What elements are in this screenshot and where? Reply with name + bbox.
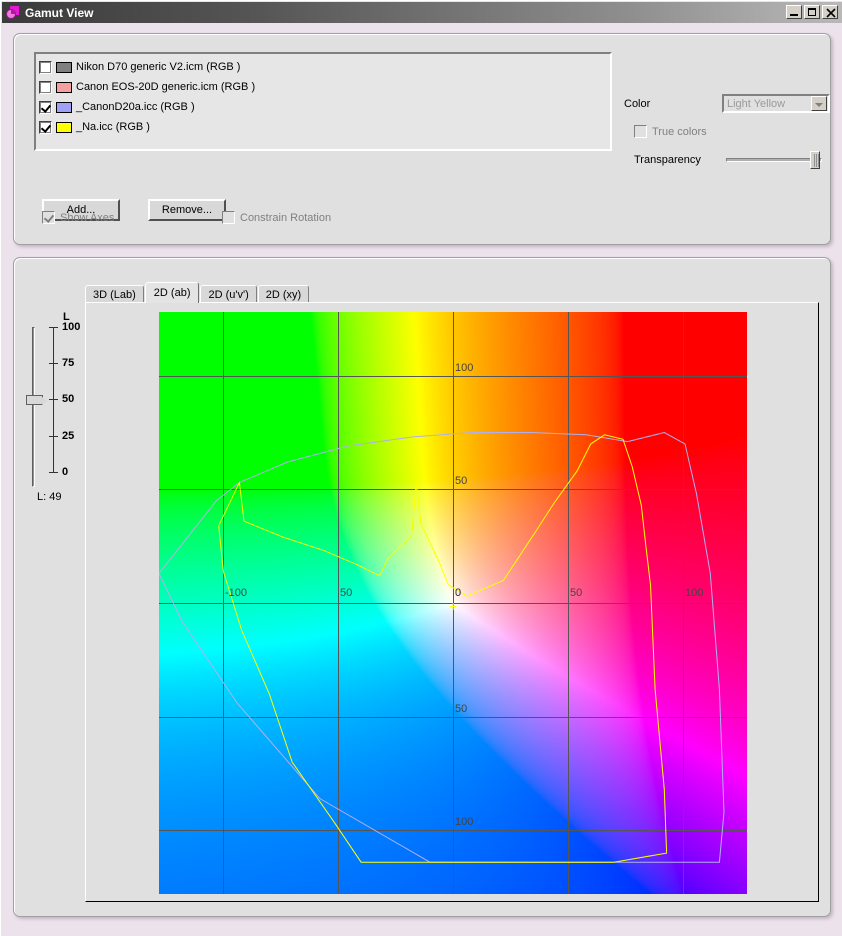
color-select[interactable]: Light Yellow: [722, 94, 830, 113]
profile-color-swatch: [56, 61, 72, 73]
lightness-readout: L: 49: [37, 491, 62, 503]
gamut-canvas[interactable]: -100 50 0 50 100 100 50 0 50 100 +: [85, 302, 819, 902]
close-button[interactable]: [822, 5, 838, 19]
tab-2d-uv[interactable]: 2D (u'v'): [200, 285, 257, 303]
profile-checkbox[interactable]: [39, 100, 52, 114]
profile-checkbox[interactable]: [39, 80, 52, 94]
color-label: Color: [624, 98, 651, 110]
transparency-slider-thumb[interactable]: [810, 151, 820, 169]
profile-label: _Na.icc (RGB ): [76, 121, 150, 133]
color-select-value: Light Yellow: [727, 97, 786, 110]
lightness-tick-75: 75: [62, 357, 75, 369]
transparency-slider-track[interactable]: [726, 158, 822, 162]
constrain-rotation-label: Constrain Rotation: [240, 212, 332, 224]
minimize-button[interactable]: [786, 5, 802, 19]
show-axes-label: Show Axes: [60, 212, 115, 224]
lightness-slider-thumb[interactable]: [26, 395, 47, 405]
x-tick-label: 100: [685, 587, 704, 599]
profile-label: Canon EOS-20D generic.icm (RGB ): [76, 81, 256, 93]
gamut-view-window: Gamut View Nikon D70 generic V2.icm (RGB…: [0, 0, 842, 936]
profile-color-swatch: [56, 101, 72, 113]
lightness-slider-track[interactable]: [32, 327, 35, 487]
y-tick-label: 50: [455, 475, 468, 487]
tab-3d-lab[interactable]: 3D (Lab): [85, 285, 144, 303]
maximize-button[interactable]: [804, 5, 820, 19]
tab-2d-xy[interactable]: 2D (xy): [257, 285, 310, 303]
true-colors-label: True colors: [652, 126, 707, 138]
true-colors-checkbox[interactable]: [634, 125, 647, 138]
lightness-tick-50: 50: [62, 393, 75, 405]
chevron-down-icon[interactable]: [811, 96, 827, 111]
gamut-app-icon: [5, 5, 21, 21]
profile-color-swatch: [56, 81, 72, 93]
tab-2d-ab[interactable]: 2D (ab): [144, 282, 200, 303]
profile-label: Nikon D70 generic V2.icm (RGB ): [76, 61, 241, 73]
gamut-outline: [218, 434, 668, 863]
profile-list[interactable]: Nikon D70 generic V2.icm (RGB ) Canon EO…: [34, 52, 612, 151]
list-item[interactable]: _Na.icc (RGB ): [39, 117, 610, 137]
profile-checkbox[interactable]: [39, 120, 52, 134]
gamut-plot[interactable]: -100 50 0 50 100 100 50 0 50 100 +: [159, 312, 747, 894]
profile-label: _CanonD20a.icc (RGB ): [76, 101, 195, 113]
profile-checkbox[interactable]: [39, 60, 52, 74]
transparency-label: Transparency: [634, 154, 701, 166]
lightness-tick-100: 100: [62, 321, 81, 333]
y-tick-label: 50: [455, 703, 468, 715]
lightness-slider-group: L 100 75 50 25 0 L: 49: [23, 311, 81, 511]
origin-marker: +: [449, 598, 458, 614]
title-bar: Gamut View: [2, 2, 842, 23]
lightness-tick-25: 25: [62, 430, 75, 442]
profile-color-swatch: [56, 121, 72, 133]
constrain-rotation-checkbox[interactable]: [222, 211, 235, 224]
x-tick-label: 50: [570, 587, 583, 599]
window-title: Gamut View: [25, 5, 94, 20]
list-item[interactable]: Nikon D70 generic V2.icm (RGB ): [39, 57, 610, 77]
window-buttons: [786, 5, 838, 19]
list-item[interactable]: Canon EOS-20D generic.icm (RGB ): [39, 77, 610, 97]
y-tick-label: 100: [455, 816, 474, 828]
lightness-axis-line: [53, 327, 54, 473]
remove-button[interactable]: Remove...: [148, 199, 226, 221]
profiles-panel: Nikon D70 generic V2.icm (RGB ) Canon EO…: [13, 33, 831, 245]
lightness-tick-0: 0: [62, 466, 69, 478]
list-item[interactable]: _CanonD20a.icc (RGB ): [39, 97, 610, 117]
y-tick-label: 100: [455, 362, 474, 374]
view-tabs: 3D (Lab) 2D (ab) 2D (u'v') 2D (xy): [85, 282, 310, 303]
show-axes-checkbox[interactable]: [42, 211, 55, 224]
x-tick-label: 50: [340, 587, 353, 599]
x-tick-label: -100: [225, 587, 248, 599]
